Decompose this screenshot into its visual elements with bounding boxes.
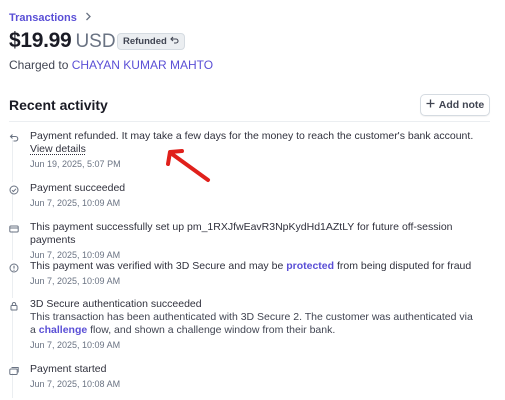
activity-desc-text: flow, and shown a challenge window from …: [90, 324, 336, 336]
activity-title: This payment was verified with 3D Secure…: [30, 260, 479, 273]
breadcrumb: Transactions: [9, 12, 92, 24]
activity-item: Payment started Jun 7, 2025, 10:08 AM: [9, 363, 479, 390]
annotation-arrow-icon: [166, 149, 210, 182]
chevron-right-icon: [85, 12, 92, 24]
add-note-button[interactable]: Add note: [420, 94, 490, 116]
activity-title-text: This payment was verified with 3D Secure…: [30, 260, 284, 272]
refund-icon: [9, 130, 19, 142]
card-icon: [9, 221, 19, 233]
amount-currency: USD: [75, 31, 116, 52]
plus-icon: [426, 99, 435, 111]
info-circle-icon: [9, 260, 19, 273]
activity-item: Payment refunded. It may take a few days…: [9, 130, 479, 170]
status-badge-label: Refunded: [123, 36, 167, 47]
protected-link[interactable]: protected: [286, 260, 334, 272]
charged-to: Charged to CHAYAN KUMAR MAHTO: [9, 58, 213, 72]
status-badge: Refunded: [117, 33, 185, 50]
activity-title: Payment refunded. It may take a few days…: [30, 130, 474, 142]
activity-title-text: from being disputed for fraud: [336, 260, 472, 272]
activity-time: Jun 7, 2025, 10:09 AM: [30, 198, 121, 208]
activity-title: Payment succeeded: [30, 182, 126, 194]
divider: [9, 121, 490, 122]
activity-title: Payment started: [30, 363, 107, 375]
refund-icon: [170, 36, 179, 47]
activity-item: 3D Secure authentication succeeded This …: [9, 298, 479, 351]
activity-item: This payment successfully set up pm_1RXJ…: [9, 221, 479, 261]
activity-time: Jun 7, 2025, 10:09 AM: [30, 276, 121, 286]
activity-time: Jun 7, 2025, 10:08 AM: [30, 379, 121, 389]
charged-to-prefix: Charged to: [9, 58, 69, 72]
customer-link[interactable]: CHAYAN KUMAR MAHTO: [72, 58, 213, 72]
view-details-link[interactable]: View details: [30, 143, 479, 156]
activity-item: This payment was verified with 3D Secure…: [9, 260, 479, 287]
activity-title: 3D Secure authentication succeeded: [30, 298, 202, 310]
add-note-label: Add note: [438, 99, 485, 111]
challenge-link[interactable]: challenge: [39, 324, 87, 336]
amount-value: $19.99: [9, 29, 72, 52]
breadcrumb-transactions-link[interactable]: Transactions: [9, 12, 77, 24]
activity-time: Jun 19, 2025, 5:07 PM: [30, 159, 121, 169]
activity-time: Jun 7, 2025, 10:09 AM: [30, 340, 121, 350]
check-circle-icon: [9, 182, 19, 195]
activity-item: Payment succeeded Jun 7, 2025, 10:09 AM: [9, 182, 479, 209]
activity-description: This transaction has been authenticated …: [30, 311, 479, 337]
activity-title: This payment successfully set up pm_1RXJ…: [30, 221, 453, 246]
card-stack-icon: [9, 363, 19, 375]
recent-activity-title: Recent activity: [9, 97, 108, 113]
lock-icon: [9, 298, 19, 311]
payment-amount: $19.99 USD: [9, 29, 116, 53]
